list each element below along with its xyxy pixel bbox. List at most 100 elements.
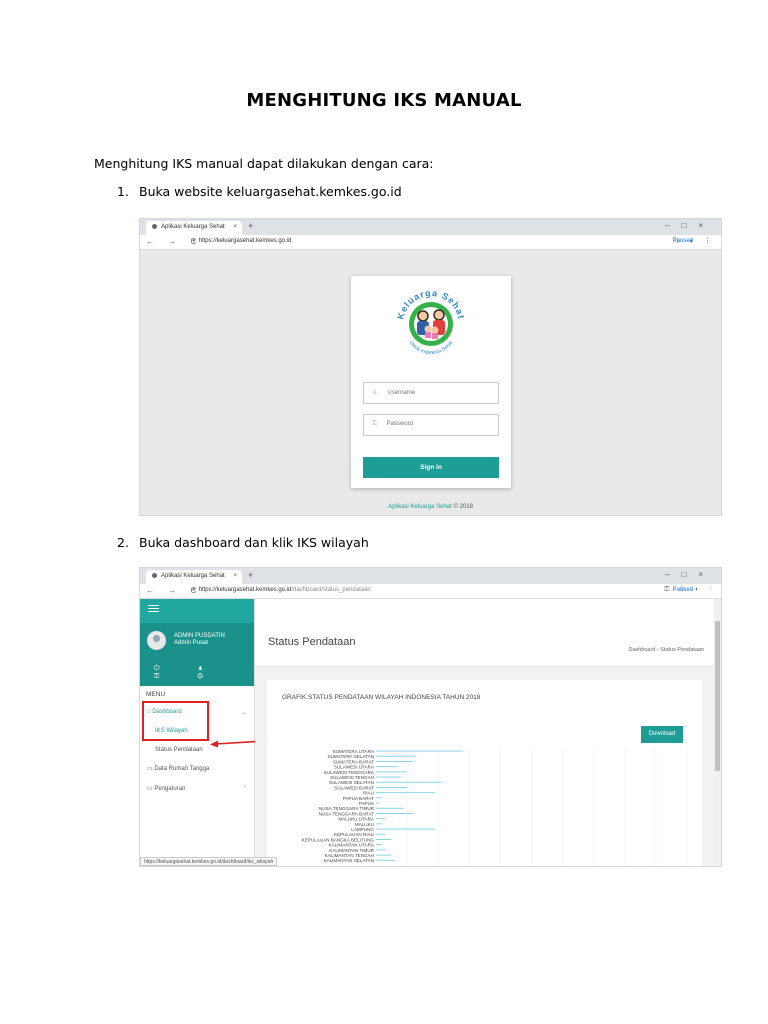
chart-bar <box>376 818 386 820</box>
step-1: 1. Buka website keluargasehat.kemkes.go.i… <box>117 184 402 199</box>
key-icon: ⚿ <box>372 421 377 427</box>
sidebar-item-data-rumah-tangga[interactable]: ▭ Data Rumah Tangga <box>147 765 209 772</box>
user-panel: ADMIN PUSDATIN Admin Pusat ⏻ ♟ ⚿ ⚙ <box>140 623 254 686</box>
chart-bar <box>376 766 398 768</box>
chart-bar <box>376 849 386 851</box>
chart-bar <box>376 828 436 830</box>
user-info: ADMIN PUSDATIN Admin Pusat <box>174 633 225 647</box>
chart-bar <box>376 844 383 846</box>
sidebar-item-pengaturan[interactable]: ▭ Pengaturan <box>147 785 185 792</box>
sidebar-item-label: Data Rumah Tangga <box>154 766 210 772</box>
paused-label: Paused <box>672 587 693 593</box>
login-footer: Aplikasi Keluarga Sehat © 2018 <box>140 504 721 510</box>
login-card: Keluarga Sehat Untuk Indonesia Sehat ♙ Us… <box>351 276 511 488</box>
browser-tab[interactable]: Aplikasi Keluarga Sehat × <box>146 570 242 584</box>
chart-bar <box>376 761 414 762</box>
chart-bar <box>376 823 383 825</box>
step-number: 1. <box>117 184 129 199</box>
status-chart: SUMATERA UTARASUMATERA SELATANSUMATERA B… <box>302 749 688 866</box>
chart-bar <box>376 750 464 752</box>
paused-label: Paused <box>672 238 693 244</box>
close-tab-icon[interactable]: × <box>233 573 237 579</box>
new-tab-button[interactable]: + <box>248 570 253 580</box>
chart-bar <box>376 802 380 804</box>
password-placeholder: Password <box>386 421 413 427</box>
dashboard-screenshot: Aplikasi Keluarga Sehat × + –□× ← → C ● h… <box>139 567 722 867</box>
window-controls[interactable]: –□× <box>665 570 715 579</box>
chart-bar <box>376 755 417 757</box>
url-field[interactable]: ● https://keluargasehat.kemkes.go.id <box>192 238 291 244</box>
chart-bar <box>376 787 408 788</box>
login-background: Keluarga Sehat Untuk Indonesia Sehat ♙ Us… <box>140 250 721 515</box>
username-placeholder: Username <box>387 390 416 396</box>
favicon-icon <box>152 573 157 578</box>
step-text: Buka website keluargasehat.kemkes.go.id <box>139 184 402 199</box>
avatar <box>147 631 166 650</box>
footer-copyright: © 2018 <box>451 504 473 510</box>
status-url-tooltip: https://keluargasehat.kemkes.go.id/dashb… <box>140 857 278 866</box>
page-header: Status Pendataan Dashboard › Status Pend… <box>255 599 714 667</box>
user-name: ADMIN PUSDATIN <box>174 633 225 639</box>
chevron-down-icon: ⌄ <box>240 710 246 716</box>
tab-title: Aplikasi Keluarga Sehat <box>161 224 225 231</box>
step-text: Buka dashboard dan klik IKS wilayah <box>139 535 369 550</box>
chevron-right-icon: › <box>244 784 246 790</box>
scrollbar-thumb[interactable] <box>715 621 720 771</box>
paused-badge[interactable]: Paused <box>673 238 697 244</box>
window-controls[interactable]: –□× <box>665 221 715 230</box>
step-number: 2. <box>117 535 129 550</box>
chart-bar <box>376 833 386 835</box>
hamburger-menu-icon[interactable] <box>148 605 159 612</box>
folder-icon: ▭ <box>147 786 153 792</box>
chart-bar <box>376 792 436 794</box>
folder-icon: ▭ <box>147 766 153 772</box>
download-button[interactable]: Download <box>641 726 683 743</box>
chart-bar <box>376 776 401 778</box>
url-host: https://keluargasehat.kemkes.go.id <box>198 587 292 593</box>
chart-bar <box>376 854 392 856</box>
browser-tab[interactable]: Aplikasi Keluarga Sehat × <box>146 221 242 235</box>
sidebar-item-status-pendataan[interactable]: Status Pendataan <box>155 747 203 753</box>
menu-label: MENU <box>146 691 166 698</box>
chart-title: GRAFIK STATUS PENDATAAN WILAYAH INDONESI… <box>282 694 481 701</box>
lock-icon: ● <box>192 587 196 593</box>
sidebar-item-label: Pengaturan <box>154 786 186 792</box>
breadcrumb[interactable]: Dashboard › Status Pendataan <box>628 647 704 653</box>
chart-bar <box>376 771 408 773</box>
favicon-icon <box>152 224 157 229</box>
intro-text: Menghitung IKS manual dapat dilakukan de… <box>94 156 434 171</box>
user-action-icons[interactable]: ⏻ ♟ ⚿ ⚙ <box>154 665 254 681</box>
sign-in-button[interactable]: Sign in <box>363 457 499 478</box>
chart-bar <box>376 813 414 814</box>
footer-brand-link[interactable]: Aplikasi Keluarga Sehat <box>388 504 452 510</box>
url-host: https://keluargasehat.kemkes.go.id <box>198 238 292 244</box>
chart-bar <box>376 839 392 840</box>
step-2: 2. Buka dashboard dan klik IKS wilayah <box>117 535 369 550</box>
username-field[interactable]: ♙ Username <box>363 382 499 404</box>
close-tab-icon[interactable]: × <box>233 224 237 230</box>
browser-tabbar: Aplikasi Keluarga Sehat × + –□× <box>140 219 721 235</box>
user-icon: ♙ <box>372 390 378 396</box>
new-tab-button[interactable]: + <box>248 221 253 231</box>
lock-icon: ● <box>192 238 196 244</box>
chart-bar <box>376 807 404 809</box>
password-field[interactable]: ⚿ Password <box>363 414 499 436</box>
login-screenshot: Aplikasi Keluarga Sehat × + –□× ← → C ● h… <box>139 218 722 516</box>
chart-panel: GRAFIK STATUS PENDATAAN WILAYAH INDONESI… <box>267 680 702 866</box>
chart-bar <box>376 859 395 861</box>
address-bar: ← → C ● https://keluargasehat.kemkes.go.i… <box>140 584 721 599</box>
user-role: Admin Pusat <box>174 640 209 646</box>
paused-badge[interactable]: Paused <box>673 587 697 593</box>
chart-bar <box>376 797 383 799</box>
url-path: /dashboard/status_pendataan <box>291 587 371 593</box>
document-title: MENGHITUNG IKS MANUAL <box>246 90 522 111</box>
tab-title: Aplikasi Keluarga Sehat <box>161 573 225 580</box>
keluarga-sehat-logo: Keluarga Sehat Untuk Indonesia Sehat <box>395 288 465 356</box>
chart-bar <box>376 781 442 783</box>
chart-category-label: KALIMANTAN SELATAN <box>323 858 374 863</box>
highlight-box <box>142 701 209 741</box>
address-bar: ← → C ● https://keluargasehat.kemkes.go.i… <box>140 235 721 250</box>
scrollbar[interactable] <box>714 599 721 866</box>
main-content: Status Pendataan Dashboard › Status Pend… <box>255 599 714 866</box>
url-field[interactable]: ● https://keluargasehat.kemkes.go.id/dash… <box>192 587 371 593</box>
